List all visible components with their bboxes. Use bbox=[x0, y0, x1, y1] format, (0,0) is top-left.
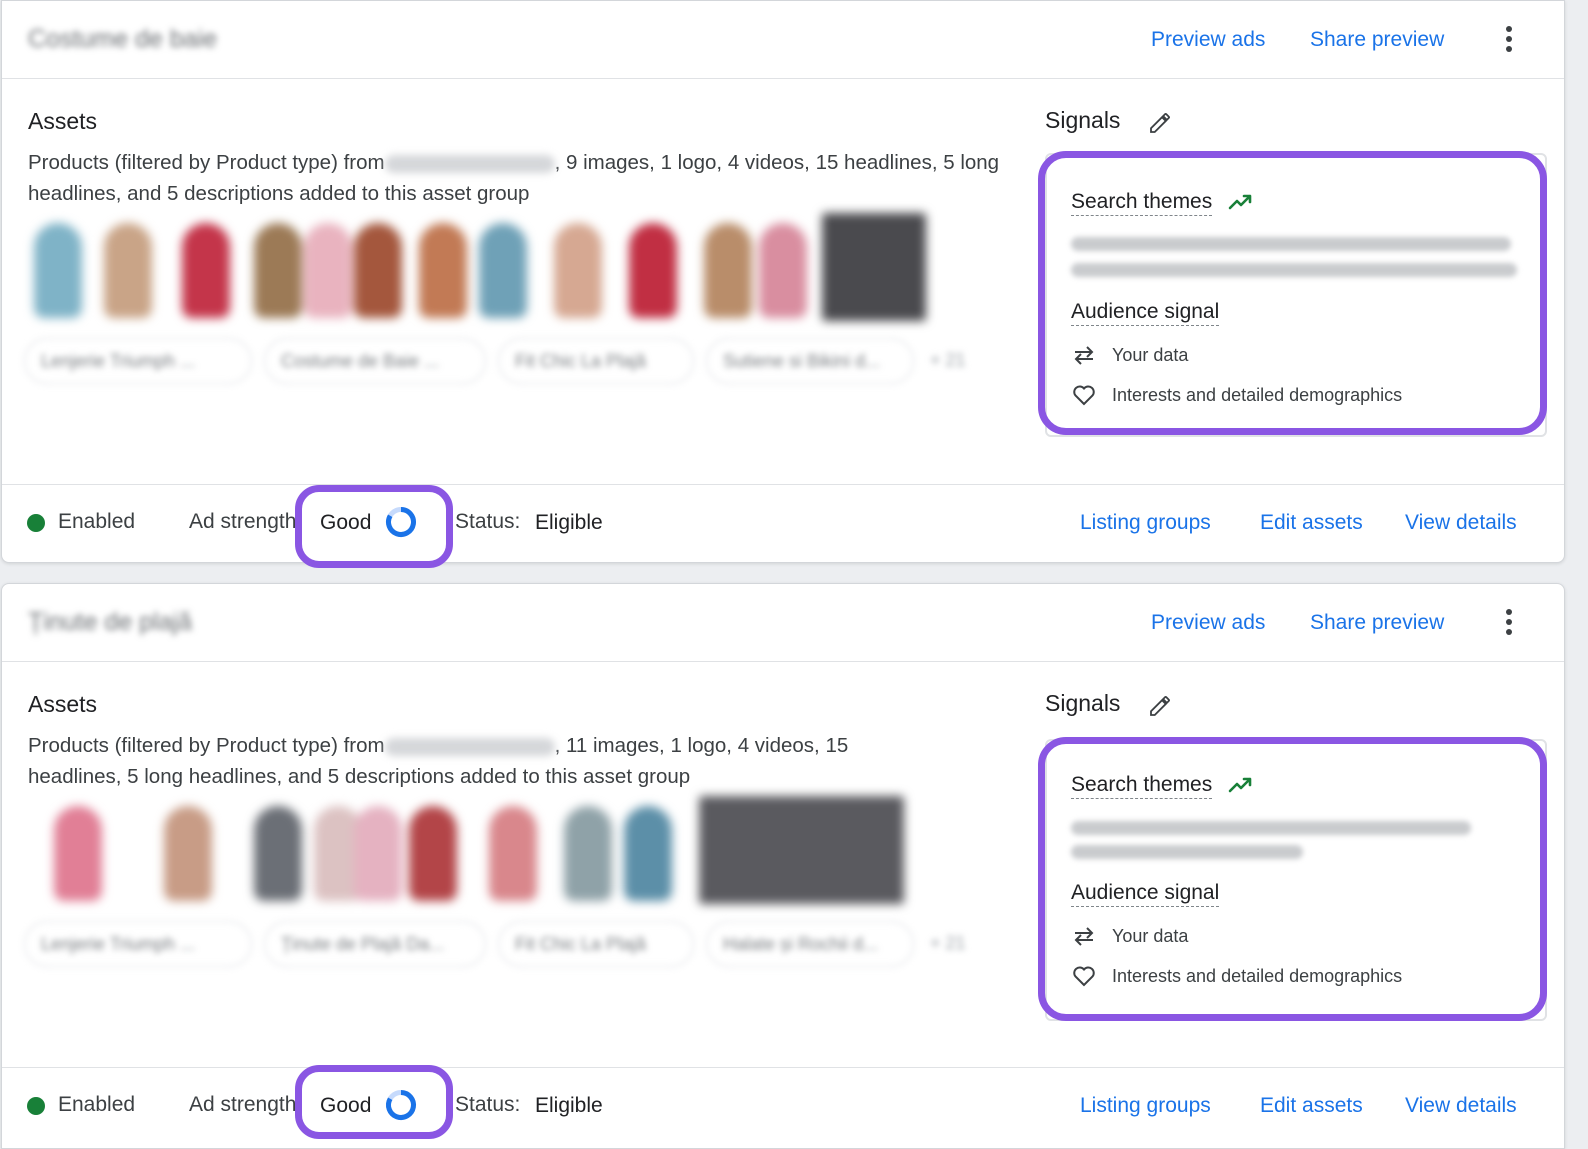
ad-strength-value: Good bbox=[320, 1094, 372, 1117]
asset-group-card: Costume de baie Preview ads Share previe… bbox=[1, 0, 1565, 563]
more-vert-icon[interactable] bbox=[1497, 606, 1521, 638]
status-label: Status: bbox=[455, 510, 521, 533]
more-vert-icon[interactable] bbox=[1497, 23, 1521, 55]
status-value: Eligible bbox=[535, 1094, 603, 1117]
more-count: + 21 bbox=[930, 933, 966, 953]
sync-arrows-icon bbox=[1074, 927, 1094, 946]
enabled-status-dot bbox=[27, 1097, 45, 1115]
product-chip[interactable]: Sutiene si Bikini d... bbox=[706, 338, 914, 384]
trending-up-icon bbox=[1228, 777, 1252, 793]
enabled-status[interactable]: Enabled bbox=[58, 1093, 135, 1117]
edit-assets-link[interactable]: Edit assets bbox=[1260, 511, 1363, 535]
assets-title: Assets bbox=[28, 691, 98, 717]
status-label: Status: bbox=[455, 1093, 521, 1116]
more-count: + 21 bbox=[930, 350, 966, 370]
product-chip[interactable]: Lenjerie Triumph ... bbox=[24, 338, 252, 384]
asset-group-header: Ținute de plajă Preview ads Share previe… bbox=[2, 584, 1564, 662]
preview-ads-link[interactable]: Preview ads bbox=[1151, 28, 1265, 52]
enabled-status[interactable]: Enabled bbox=[58, 510, 135, 534]
ad-strength-ring-icon bbox=[386, 1090, 416, 1120]
heart-icon bbox=[1073, 966, 1095, 987]
edit-pencil-icon[interactable] bbox=[1148, 111, 1172, 135]
share-preview-link[interactable]: Share preview bbox=[1310, 611, 1444, 635]
search-themes-link[interactable]: Search themes bbox=[1071, 190, 1213, 216]
listing-groups-link[interactable]: Listing groups bbox=[1080, 511, 1211, 535]
assets-description: Products (filtered by Product type) from… bbox=[28, 147, 1008, 209]
assets-title: Assets bbox=[28, 108, 98, 134]
search-themes-link[interactable]: Search themes bbox=[1071, 773, 1213, 799]
product-chip[interactable]: Fit Chic La Plajă bbox=[498, 921, 694, 967]
product-chips: Lenjerie Triumph ... Ținute de Plajă Da.… bbox=[24, 921, 984, 967]
asset-group-header: Costume de baie Preview ads Share previe… bbox=[2, 1, 1564, 79]
product-chips: Lenjerie Triumph ... Costume de Baie ...… bbox=[24, 338, 984, 384]
asset-group-footer: Enabled Ad strength Good Status: Eligibl… bbox=[2, 1067, 1564, 1148]
search-themes-list bbox=[1071, 237, 1519, 281]
product-chip[interactable]: Costume de Baie ... bbox=[264, 338, 486, 384]
audience-signal-link[interactable]: Audience signal bbox=[1071, 881, 1220, 907]
feed-source-name bbox=[384, 737, 555, 756]
asset-group-name[interactable]: Ținute de plajă bbox=[28, 608, 192, 637]
preview-ads-link[interactable]: Preview ads bbox=[1151, 611, 1265, 635]
enabled-status-dot bbox=[27, 514, 45, 532]
sync-arrows-icon bbox=[1074, 346, 1094, 365]
product-chip[interactable]: Ținute de Plajă Da... bbox=[264, 921, 486, 967]
search-themes-list bbox=[1071, 821, 1519, 865]
interests-label: Interests and detailed demographics bbox=[1112, 385, 1403, 405]
your-data-label: Your data bbox=[1112, 926, 1189, 946]
edit-pencil-icon[interactable] bbox=[1148, 694, 1172, 718]
assets-description: Products (filtered by Product type) from… bbox=[28, 730, 928, 792]
asset-group-name[interactable]: Costume de baie bbox=[28, 25, 217, 54]
asset-thumbnails[interactable] bbox=[24, 213, 934, 325]
share-preview-link[interactable]: Share preview bbox=[1310, 28, 1444, 52]
listing-groups-link[interactable]: Listing groups bbox=[1080, 1094, 1211, 1118]
asset-group-footer: Enabled Ad strength Good Status: Eligibl… bbox=[2, 484, 1564, 565]
asset-group-card: Ținute de plajă Preview ads Share previe… bbox=[1, 583, 1565, 1149]
product-chip[interactable]: Fit Chic La Plajă bbox=[498, 338, 694, 384]
view-details-link[interactable]: View details bbox=[1405, 511, 1517, 535]
heart-icon bbox=[1073, 385, 1095, 406]
audience-signal-link[interactable]: Audience signal bbox=[1071, 300, 1220, 326]
feed-source-name bbox=[384, 154, 555, 173]
signals-title: Signals bbox=[1045, 107, 1121, 133]
edit-assets-link[interactable]: Edit assets bbox=[1260, 1094, 1363, 1118]
ad-strength-ring-icon bbox=[386, 507, 416, 537]
ad-strength-label: Ad strength bbox=[189, 510, 297, 533]
trending-up-icon bbox=[1228, 194, 1252, 210]
your-data-label: Your data bbox=[1112, 345, 1189, 365]
signals-title: Signals bbox=[1045, 690, 1121, 716]
product-chip[interactable]: Halate și Rochii d... bbox=[706, 921, 914, 967]
asset-thumbnails[interactable] bbox=[24, 796, 934, 908]
ad-strength-value: Good bbox=[320, 511, 372, 534]
status-value: Eligible bbox=[535, 511, 603, 534]
ad-strength-label: Ad strength bbox=[189, 1093, 297, 1116]
interests-label: Interests and detailed demographics bbox=[1112, 966, 1403, 986]
view-details-link[interactable]: View details bbox=[1405, 1094, 1517, 1118]
product-chip[interactable]: Lenjerie Triumph ... bbox=[24, 921, 252, 967]
desc-prefix: Products (filtered by Product type) from bbox=[28, 151, 385, 174]
desc-prefix: Products (filtered by Product type) from bbox=[28, 734, 385, 757]
